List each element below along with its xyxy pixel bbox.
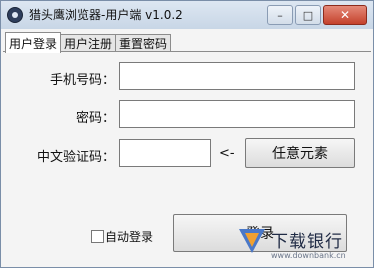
maximize-button[interactable]: □ — [295, 5, 321, 25]
tab-reset-password[interactable]: 重置密码 — [115, 34, 172, 52]
captcha-label: 中文验证码： — [36, 150, 115, 165]
tab-user-login[interactable]: 用户登录 — [5, 32, 62, 53]
close-button[interactable]: ✕ — [323, 5, 367, 25]
phone-label: 手机号码： — [49, 73, 115, 88]
watermark: 下载银行 www.downbank.cn — [237, 227, 369, 263]
auto-login-label[interactable]: 自动登录 — [105, 228, 153, 245]
password-input[interactable] — [119, 100, 355, 128]
tab-user-register[interactable]: 用户注册 — [60, 34, 117, 52]
captcha-input[interactable] — [119, 139, 211, 167]
window-title: 猎头鹰浏览器-用户端 v1.0.2 — [29, 8, 183, 22]
downbank-logo-icon — [239, 229, 265, 253]
watermark-text: 下载银行 — [271, 232, 343, 252]
title-bar[interactable]: 猎头鹰浏览器-用户端 v1.0.2 – □ ✕ — [1, 1, 373, 29]
watermark-url: www.downbank.cn — [271, 251, 346, 260]
minimize-button[interactable]: – — [267, 5, 293, 25]
tab-strip: 用户登录 用户注册 重置密码 — [5, 32, 172, 53]
phone-input[interactable] — [119, 62, 355, 90]
password-label: 密码： — [75, 111, 115, 126]
login-window: 猎头鹰浏览器-用户端 v1.0.2 – □ ✕ 用户登录 用户注册 重置密码 手… — [0, 0, 374, 268]
captcha-button[interactable]: 任意元素 — [245, 138, 355, 168]
auto-login-checkbox[interactable] — [91, 230, 104, 243]
app-icon — [7, 7, 23, 23]
captcha-arrow: <- — [219, 146, 235, 161]
window-controls: – □ ✕ — [267, 5, 367, 25]
